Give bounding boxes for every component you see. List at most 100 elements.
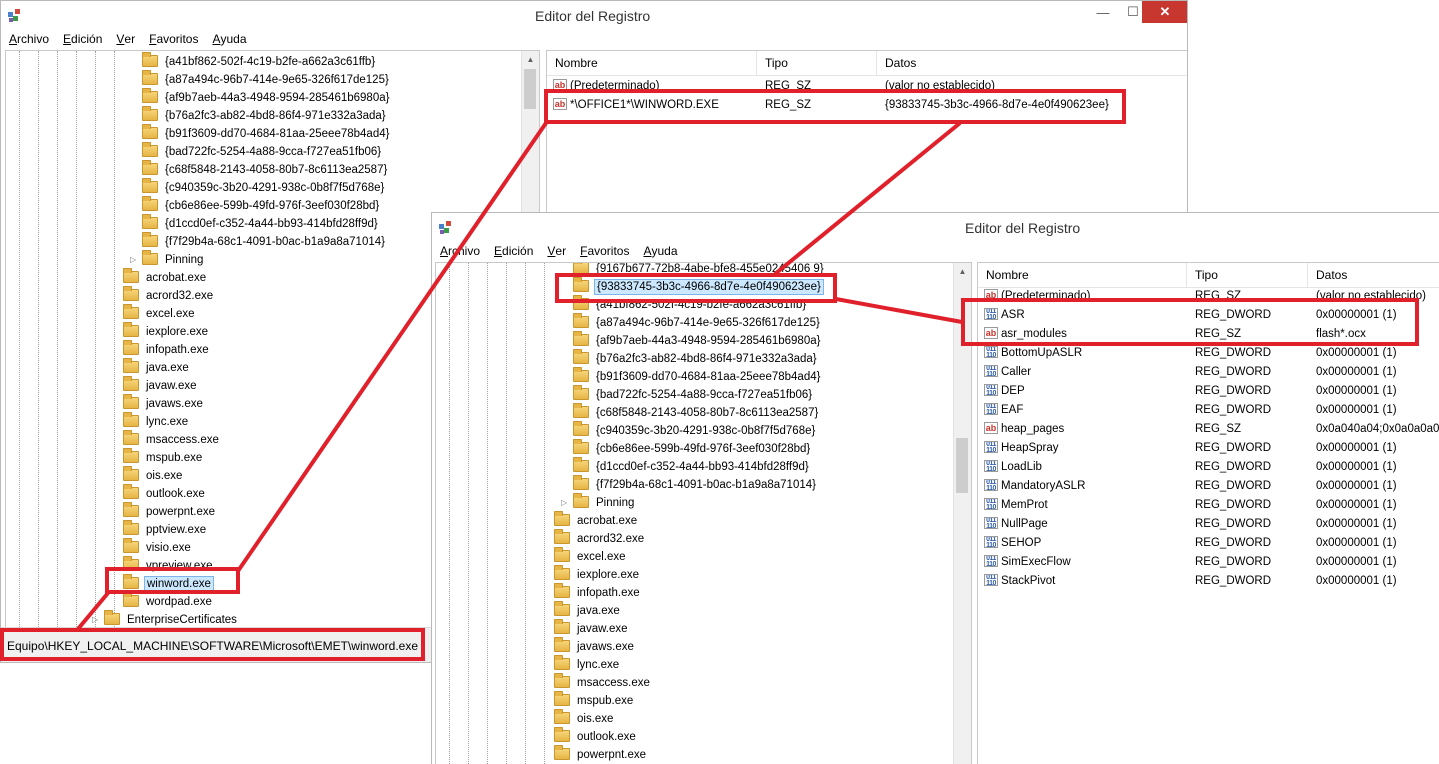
scroll-thumb[interactable] <box>524 69 536 109</box>
expand-arrow-icon[interactable]: ▷ <box>561 494 567 512</box>
tree-node[interactable]: {b91f3609-dd70-4684-81aa-25eee78b4ad4} <box>573 367 822 386</box>
menu-item-er[interactable]: Ver <box>539 243 572 258</box>
expand-arrow-icon[interactable]: ▷ <box>130 251 136 269</box>
menu-item-er[interactable]: Ver <box>108 31 141 46</box>
tree-node[interactable]: msaccess.exe <box>123 430 221 449</box>
tree-node[interactable]: outlook.exe <box>554 727 638 746</box>
tree-node[interactable]: javaws.exe <box>123 394 205 413</box>
value-row[interactable]: 011 110 ASR REG_DWORD 0x00000001 (1) <box>978 306 1439 325</box>
tree-node[interactable]: ▷ EnterpriseCertificates <box>92 610 239 627</box>
tree-node[interactable]: {a41bf862-502f-4c19-b2fe-a662a3c61ffb} <box>573 295 808 314</box>
value-row[interactable]: ab *\OFFICE1*\WINWORD.EXE REG_SZ {93833745-… <box>547 96 1187 115</box>
value-row[interactable]: 011 110 NullPage REG_DWORD 0x00000001 (1) <box>978 515 1439 534</box>
tree-node[interactable]: {b91f3609-dd70-4684-81aa-25eee78b4ad4} <box>142 124 391 143</box>
tree-node[interactable]: {f7f29b4a-68c1-4091-b0ac-b1a9a8a71014} <box>573 475 818 494</box>
value-row[interactable]: 011 110 StackPivot REG_DWORD 0x00000001 (1) <box>978 572 1439 591</box>
value-row[interactable]: ab (Predeterminado) REG_SZ (valor no establ… <box>547 77 1187 96</box>
menu-item-yuda[interactable]: Ayuda <box>635 243 683 258</box>
value-row[interactable]: 011 110 HeapSpray REG_DWORD 0x00000001 (1) <box>978 439 1439 458</box>
tree-node[interactable]: {b76a2fc3-ab82-4bd8-86f4-971e332a3ada} <box>573 349 819 368</box>
value-row[interactable]: ab asr_modules REG_SZ flash*.ocx <box>978 325 1439 344</box>
tree-node[interactable]: {af9b7aeb-44a3-4948-9594-285461b6980a} <box>573 331 822 350</box>
tree-node[interactable]: ▷ Pinning <box>561 493 636 512</box>
column-header-name[interactable]: Nombre <box>986 268 1029 282</box>
column-header-type[interactable]: Tipo <box>765 56 788 70</box>
tree-node[interactable]: excel.exe <box>123 304 197 323</box>
menu-item-yuda[interactable]: Ayuda <box>204 31 252 46</box>
tree-node[interactable]: powerpnt.exe <box>123 502 217 521</box>
value-row[interactable]: 011 110 SEHOP REG_DWORD 0x00000001 (1) <box>978 534 1439 553</box>
tree-node[interactable]: acrord32.exe <box>554 529 646 548</box>
tree-node[interactable]: {a41bf862-502f-4c19-b2fe-a662a3c61ffb} <box>142 52 377 71</box>
title-bar[interactable]: Editor del Registro <box>432 213 1439 243</box>
tree-node[interactable]: {d1ccd0ef-c352-4a44-bb93-414bfd28ff9d} <box>142 214 380 233</box>
value-row[interactable]: 011 110 Caller REG_DWORD 0x00000001 (1) <box>978 363 1439 382</box>
tree-node[interactable]: wordpad.exe <box>123 592 214 611</box>
tree-node[interactable]: iexplore.exe <box>123 322 210 341</box>
close-button[interactable]: ✕ <box>1142 1 1187 23</box>
value-row[interactable]: 011 110 SimExecFlow REG_DWORD 0x00000001 (1) <box>978 553 1439 572</box>
tree-node[interactable]: {cb6e86ee-599b-49fd-976f-3eef030f28bd} <box>142 196 381 215</box>
values-pane[interactable]: Nombre Tipo Datos ab (Predeterminado) REG_… <box>977 262 1439 764</box>
menu-item-avoritos[interactable]: Favoritos <box>141 31 204 46</box>
value-row[interactable]: ab (Predeterminado) REG_SZ (valor no establ… <box>978 287 1439 306</box>
tree-node[interactable]: infopath.exe <box>554 583 642 602</box>
tree-vertical-scrollbar[interactable]: ▲ <box>953 263 971 764</box>
tree-node[interactable]: {af9b7aeb-44a3-4948-9594-285461b6980a} <box>142 88 391 107</box>
value-row[interactable]: 011 110 EAF REG_DWORD 0x00000001 (1) <box>978 401 1439 420</box>
value-row[interactable]: 011 110 DEP REG_DWORD 0x00000001 (1) <box>978 382 1439 401</box>
scroll-up-arrow-icon[interactable]: ▲ <box>954 263 971 280</box>
tree-node[interactable]: {c940359c-3b20-4291-938c-0b8f7f5d768e} <box>573 421 817 440</box>
tree-node[interactable]: {d1ccd0ef-c352-4a44-bb93-414bfd28ff9d} <box>573 457 811 476</box>
menu-item-avoritos[interactable]: Favoritos <box>572 243 635 258</box>
tree-node[interactable]: infopath.exe <box>123 340 211 359</box>
tree-node[interactable]: {b76a2fc3-ab82-4bd8-86f4-971e332a3ada} <box>142 106 388 125</box>
scroll-thumb[interactable] <box>956 438 968 493</box>
column-header-data[interactable]: Datos <box>885 56 916 70</box>
tree-node[interactable]: ois.exe <box>123 466 184 485</box>
tree-node[interactable]: vpreview.exe <box>123 556 214 575</box>
tree-node[interactable]: java.exe <box>123 358 191 377</box>
tree-node[interactable]: visio.exe <box>123 538 193 557</box>
key-tree-pane[interactable]: ▲ {9167b677-72b8-4abe-bfe8-455e0245406 9… <box>435 262 972 764</box>
tree-node[interactable]: {c68f5848-2143-4058-80b7-8c6113ea2587} <box>142 160 389 179</box>
tree-node[interactable]: lync.exe <box>123 412 190 431</box>
tree-node[interactable]: acrobat.exe <box>554 511 639 530</box>
column-header-data[interactable]: Datos <box>1316 268 1347 282</box>
tree-node[interactable]: {a87a494c-96b7-414e-9e65-326f617de125} <box>573 313 822 332</box>
tree-node[interactable]: acrobat.exe <box>123 268 208 287</box>
tree-node[interactable]: javaw.exe <box>123 376 199 395</box>
tree-node[interactable]: mspub.exe <box>554 691 635 710</box>
tree-node[interactable]: {a87a494c-96b7-414e-9e65-326f617de125} <box>142 70 391 89</box>
tree-node[interactable]: javaw.exe <box>554 619 630 638</box>
tree-node[interactable]: lync.exe <box>554 655 621 674</box>
title-bar[interactable]: Editor del Registro — ☐ ✕ <box>1 1 1187 31</box>
value-row[interactable]: ab heap_pages REG_SZ 0x0a040a04;0x0a0a0a0a; <box>978 420 1439 439</box>
menu-item-dición[interactable]: Edición <box>486 243 539 258</box>
tree-node[interactable]: outlook.exe <box>123 484 207 503</box>
minimize-button[interactable]: — <box>1088 1 1118 23</box>
scroll-up-arrow-icon[interactable]: ▲ <box>522 51 539 68</box>
tree-node[interactable]: mspub.exe <box>123 448 204 467</box>
tree-node[interactable]: java.exe <box>554 601 622 620</box>
menu-item-dición[interactable]: Edición <box>55 31 108 46</box>
tree-node[interactable]: {9167b677-72b8-4abe-bfe8-455e0245406 9} <box>573 263 826 278</box>
column-header-name[interactable]: Nombre <box>555 56 598 70</box>
tree-node[interactable]: {93833745-3b3c-4966-8d7e-4e0f490623ee} <box>573 277 824 296</box>
tree-node[interactable]: javaws.exe <box>554 637 636 656</box>
tree-node[interactable]: {f7f29b4a-68c1-4091-b0ac-b1a9a8a71014} <box>142 232 387 251</box>
value-row[interactable]: 011 110 BottomUpASLR REG_DWORD 0x00000001 (1… <box>978 344 1439 363</box>
tree-node[interactable]: {c940359c-3b20-4291-938c-0b8f7f5d768e} <box>142 178 386 197</box>
menu-item-rchivo[interactable]: Archivo <box>1 31 55 46</box>
tree-node[interactable]: acrord32.exe <box>123 286 215 305</box>
expand-arrow-icon[interactable]: ▷ <box>92 611 98 627</box>
value-row[interactable]: 011 110 LoadLib REG_DWORD 0x00000001 (1) <box>978 458 1439 477</box>
tree-node[interactable]: winword.exe <box>123 574 214 593</box>
value-row[interactable]: 011 110 MandatoryASLR REG_DWORD 0x00000001 (… <box>978 477 1439 496</box>
column-header-type[interactable]: Tipo <box>1195 268 1218 282</box>
menu-item-rchivo[interactable]: Archivo <box>432 243 486 258</box>
tree-node[interactable]: powerpnt.exe <box>554 745 648 764</box>
tree-node[interactable]: ▷ Pinning <box>130 250 205 269</box>
tree-node[interactable]: {cb6e86ee-599b-49fd-976f-3eef030f28bd} <box>573 439 812 458</box>
tree-node[interactable]: excel.exe <box>554 547 628 566</box>
